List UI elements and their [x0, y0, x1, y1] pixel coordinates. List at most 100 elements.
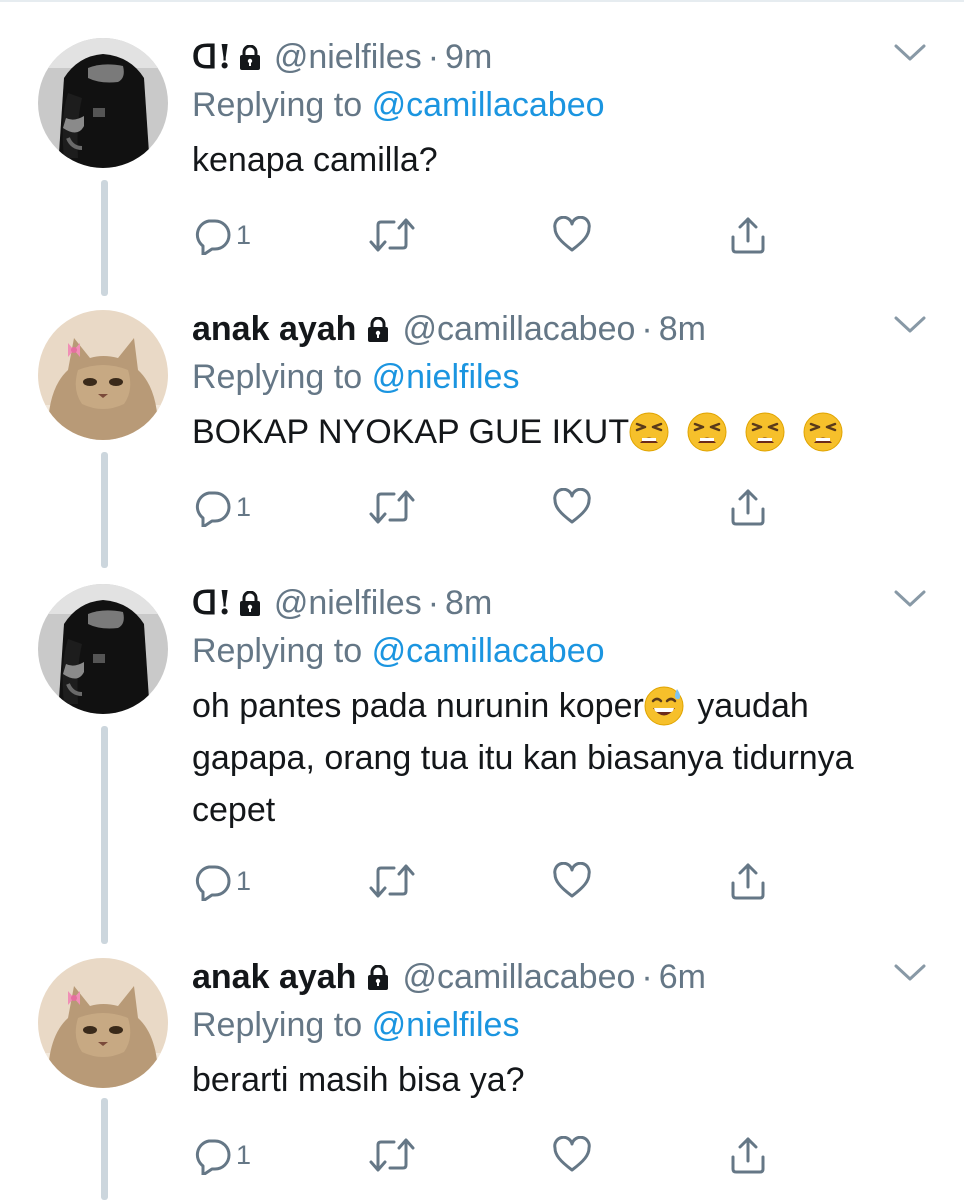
share-button[interactable] [728, 482, 768, 532]
reply-icon [192, 487, 232, 527]
separator: · [427, 38, 440, 76]
share-button[interactable] [728, 210, 768, 260]
reply-icon [192, 1135, 232, 1175]
reply-button[interactable]: 1 [192, 856, 251, 906]
display-name[interactable]: anak ayah [192, 954, 356, 1000]
tweet-header: anak ayah @camillacabeo · 8m [192, 306, 706, 352]
cat-avatar-image [38, 958, 168, 1088]
timestamp[interactable]: 9m [445, 34, 492, 80]
handle[interactable]: @nielfiles [274, 34, 422, 80]
tired-face-emoji-icon [629, 412, 669, 452]
replying-to: Replying to @nielfiles [192, 354, 519, 400]
retweet-button[interactable] [368, 1130, 416, 1180]
tweet[interactable]: ᗡ! @nielfiles · 9m Replying to @camillac… [0, 34, 964, 274]
reply-icon [192, 861, 232, 901]
tweet[interactable]: anak ayah @camillacabeo · 6m Replying to… [0, 954, 964, 1200]
chevron-down-icon[interactable] [892, 314, 928, 336]
tired-face-emoji-icon [687, 412, 727, 452]
retweet-icon [368, 487, 416, 527]
reply-count: 1 [236, 865, 252, 896]
handle[interactable]: @camillacabeo [402, 954, 635, 1000]
retweet-icon [368, 215, 416, 255]
sweat-smile-emoji-icon [644, 686, 684, 726]
avatar[interactable] [38, 310, 168, 440]
replying-to-link[interactable]: @camillacabeo [372, 86, 605, 124]
chevron-down-icon[interactable] [892, 962, 928, 984]
replying-label: Replying to [192, 358, 363, 396]
display-name[interactable]: ᗡ! [192, 580, 232, 626]
chevron-down-icon[interactable] [892, 42, 928, 64]
like-button[interactable] [552, 1130, 592, 1180]
avatar[interactable] [38, 958, 168, 1088]
retweet-button[interactable] [368, 482, 416, 532]
heart-icon [552, 216, 592, 254]
cat-avatar-image [38, 310, 168, 440]
avatar[interactable] [38, 584, 168, 714]
tweet-text: BOKAP NYOKAP GUE IKUT [192, 406, 932, 458]
like-button[interactable] [552, 210, 592, 260]
timestamp[interactable]: 8m [445, 580, 492, 626]
tired-face-emoji-icon [803, 412, 843, 452]
tweet-text: kenapa camilla? [192, 141, 438, 179]
separator: · [427, 584, 440, 622]
person-avatar-image [38, 38, 168, 168]
tweet-actions: 1 [192, 856, 792, 906]
retweet-icon [368, 861, 416, 901]
person-avatar-image [38, 584, 168, 714]
replying-to: Replying to @camillacabeo [192, 628, 605, 674]
reply-icon [192, 215, 232, 255]
retweet-icon [368, 1135, 416, 1175]
display-name[interactable]: anak ayah [192, 306, 356, 352]
tired-face-emoji-icon [745, 412, 785, 452]
separator: · [641, 310, 653, 348]
share-button[interactable] [728, 1130, 768, 1180]
replying-label: Replying to [192, 1006, 363, 1044]
tweet-text-part: oh pantes pada nurunin koper [192, 687, 644, 725]
tweet[interactable]: ᗡ! @nielfiles · 8m Replying to @camillac… [0, 580, 964, 920]
retweet-button[interactable] [368, 856, 416, 906]
handle[interactable]: @nielfiles [274, 580, 422, 626]
reply-button[interactable]: 1 [192, 1130, 251, 1180]
retweet-button[interactable] [368, 210, 416, 260]
reply-count: 1 [236, 1139, 252, 1170]
display-name[interactable]: ᗡ! [192, 34, 232, 80]
share-icon [728, 1135, 768, 1175]
replying-label: Replying to [192, 86, 363, 124]
heart-icon [552, 488, 592, 526]
timestamp[interactable]: 8m [659, 306, 706, 352]
replying-to-link[interactable]: @nielfiles [372, 358, 520, 396]
share-icon [728, 861, 768, 901]
tweet-header: ᗡ! @nielfiles · 8m [192, 580, 492, 626]
lock-icon [366, 965, 390, 991]
tweet[interactable]: anak ayah @camillacabeo · 8m Replying to… [0, 306, 964, 546]
tweet-actions: 1 [192, 1130, 792, 1180]
reply-count: 1 [236, 219, 252, 250]
chevron-down-icon[interactable] [892, 588, 928, 610]
replying-label: Replying to [192, 632, 363, 670]
share-icon [728, 487, 768, 527]
lock-icon [238, 45, 262, 71]
like-button[interactable] [552, 482, 592, 532]
tweet-header: ᗡ! @nielfiles · 9m [192, 34, 492, 80]
lock-icon [238, 591, 262, 617]
tweet-text: oh pantes pada nurunin koper yaudah gapa… [192, 680, 932, 836]
heart-icon [552, 862, 592, 900]
timestamp[interactable]: 6m [659, 954, 706, 1000]
replying-to: Replying to @nielfiles [192, 1002, 519, 1048]
like-button[interactable] [552, 856, 592, 906]
tweet-actions: 1 [192, 482, 792, 532]
replying-to-link[interactable]: @camillacabeo [372, 632, 605, 670]
reply-button[interactable]: 1 [192, 482, 251, 532]
replying-to-link[interactable]: @nielfiles [372, 1006, 520, 1044]
share-button[interactable] [728, 856, 768, 906]
tweet-actions: 1 [192, 210, 792, 260]
top-divider [0, 0, 964, 2]
separator: · [641, 958, 653, 996]
lock-icon [366, 317, 390, 343]
share-icon [728, 215, 768, 255]
avatar[interactable] [38, 38, 168, 168]
heart-icon [552, 1136, 592, 1174]
tweet-header: anak ayah @camillacabeo · 6m [192, 954, 706, 1000]
reply-button[interactable]: 1 [192, 210, 251, 260]
handle[interactable]: @camillacabeo [402, 306, 635, 352]
